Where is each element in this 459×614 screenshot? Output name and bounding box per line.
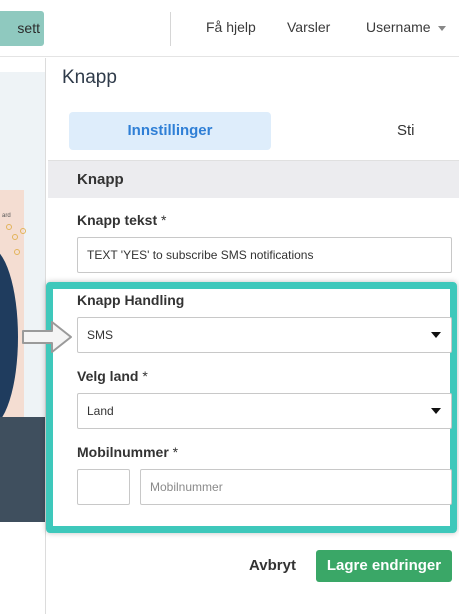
preview-text: ard [2,213,11,219]
preview-decoration [14,249,20,255]
preview-decoration [12,234,18,240]
required-mark: * [172,444,179,460]
cancel-button[interactable]: Avbryt [249,557,296,574]
preview-footer [0,417,45,522]
country-select[interactable]: Land [77,393,452,429]
tab-settings[interactable]: Innstillinger [69,112,271,150]
select-arrow-icon[interactable] [431,332,441,338]
button-text-input[interactable]: TEXT 'YES' to subscribe SMS notification… [77,237,452,273]
button-action-label: Knapp Handling [77,292,184,308]
notifications-link[interactable]: Varsler [287,19,330,35]
top-divider [170,12,171,46]
required-mark: * [142,368,148,384]
country-code-input[interactable] [77,469,130,505]
button-text-label-text: Knapp tekst [77,212,158,228]
select-arrow-icon[interactable] [431,408,441,414]
help-link[interactable]: Få hjelp [206,19,256,35]
panel-title: Knapp [62,67,117,88]
pointer-arrow-icon [22,321,72,353]
mobile-label: Mobilnummer * [77,444,178,460]
tab-path[interactable]: Sti [397,122,415,139]
button-action-value: SMS [87,328,114,342]
top-bar: sett Få hjelp Varsler Username [0,0,459,57]
design-preview: ard [0,72,45,522]
chevron-down-icon[interactable] [438,26,446,31]
top-action-button[interactable]: sett [0,11,44,46]
button-text-label: Knapp tekst * [77,212,166,228]
preview-decoration [6,224,12,230]
preview-decoration [20,228,26,234]
mobile-number-input[interactable]: Mobilnummer [140,469,452,505]
country-label-text: Velg land [77,368,139,384]
button-action-select[interactable]: SMS [77,317,452,353]
required-mark: * [161,212,167,228]
country-value: Land [87,404,114,418]
mobile-label-text: Mobilnummer [77,444,169,460]
section-header: Knapp [48,160,459,198]
user-menu[interactable]: Username [366,19,431,35]
save-button[interactable]: Lagre endringer [316,550,452,582]
country-label: Velg land * [77,368,148,384]
button-action-label-text: Knapp Handling [77,292,185,308]
